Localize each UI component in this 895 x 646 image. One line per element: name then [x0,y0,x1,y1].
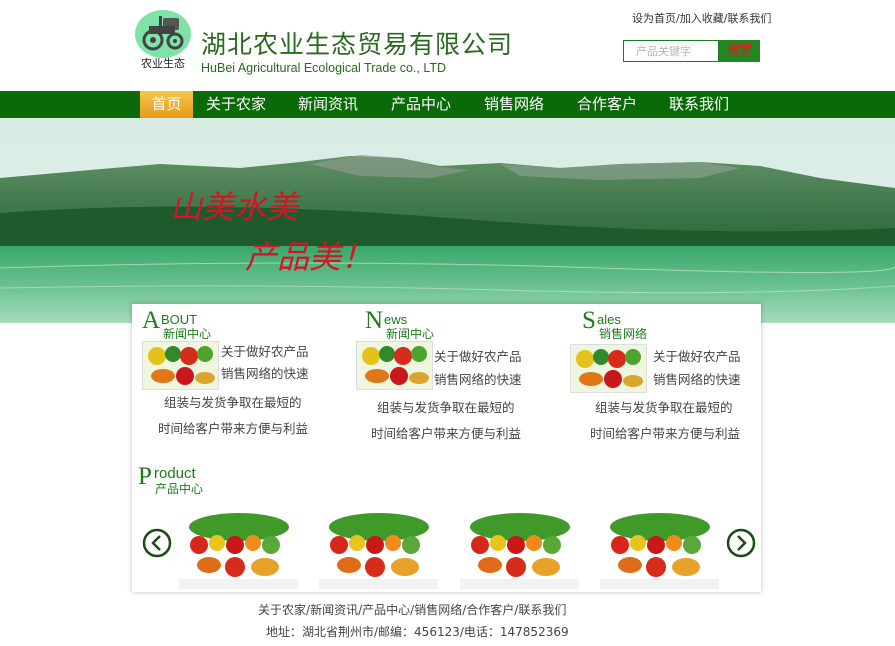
nav-item-news[interactable]: 新闻资讯 [298,91,358,118]
section-text-line: 组装与发货争取在最短的 [164,395,302,410]
nav-item-contact[interactable]: 联系我们 [669,91,729,118]
section-title-cn: 新闻中心 [163,327,212,341]
section-text-line: 销售网络的快速 [221,366,309,381]
contact-us-link[interactable]: 联系我们 [727,12,771,25]
footer-link-products[interactable]: 产品中心 [362,603,410,617]
footer-link-news[interactable]: 新闻资讯 [310,603,358,617]
tractor-icon [142,16,184,51]
footer-links: 关于农家/新闻资讯/产品中心/销售网络/合作客户/联系我们 [258,601,566,618]
site-header: 农业生态 湖北农业生态贸易有限公司 HuBei Agricultural Eco… [0,0,895,91]
banner-slogan-line1: 山美水美 [170,188,301,226]
section-initial: P [138,463,152,490]
section-text-line: 销售网络的快速 [653,372,741,387]
product-image[interactable] [600,507,719,589]
section-text-line: 组装与发货争取在最短的 [595,400,733,415]
vegetables-thumbnail[interactable] [142,341,219,390]
section-news-heading[interactable]: N ews 新闻中心 [365,308,445,340]
section-text-line: 时间给客户带来方便与利益 [371,426,522,441]
section-title-en: ews [384,312,408,327]
nav-item-products[interactable]: 产品中心 [391,91,451,118]
footer-link-contact[interactable]: 联系我们 [518,603,566,617]
product-image[interactable] [460,507,579,589]
section-text-line: 销售网络的快速 [434,372,522,387]
vegetables-thumbnail[interactable] [356,341,433,390]
search-input[interactable] [623,40,719,62]
logo[interactable]: 农业生态 [135,10,191,72]
top-links: 设为首页/加入收藏/联系我们 [632,10,771,26]
section-initial: A [142,307,161,334]
carousel-next-button[interactable] [726,528,756,558]
company-name-en: HuBei Agricultural Ecological Trade co.,… [201,61,447,75]
section-text-line: 组装与发货争取在最短的 [377,400,515,415]
section-about-heading[interactable]: A BOUT 新闻中心 [142,308,222,340]
page-root: 农业生态 湖北农业生态贸易有限公司 HuBei Agricultural Eco… [0,0,895,646]
footer-link-clients[interactable]: 合作客户 [466,603,514,617]
section-text-line: 时间给客户带来方便与利益 [590,426,741,441]
product-image[interactable] [179,507,298,589]
section-initial: S [582,307,596,334]
carousel-prev-button[interactable] [142,528,172,558]
section-title-cn: 新闻中心 [386,327,435,341]
product-image[interactable] [319,507,438,589]
vegetables-thumbnail[interactable] [570,344,647,393]
nav-item-about[interactable]: 关于农家 [206,91,266,118]
nav-item-home[interactable]: 首页 [140,91,193,118]
banner: 山美水美 产品美！ [0,118,895,323]
section-title-en: ales [597,312,621,327]
footer-link-about[interactable]: 关于农家 [258,603,306,617]
nav-item-clients[interactable]: 合作客户 [577,91,637,118]
banner-landscape-image: 山美水美 产品美！ [0,118,895,323]
section-title-cn: 产品中心 [155,482,204,496]
section-initial: N [365,307,384,334]
section-text-line: 关于做好农产品 [221,344,309,359]
footer-address: 地址：湖北省荆州市/邮编：456123/电话：147852369 [266,625,569,639]
section-text-line: 时间给客户带来方便与利益 [158,421,309,436]
search-button[interactable]: 搜索 [719,40,760,62]
section-title-en: roduct [154,465,196,482]
main-nav: 首页 关于农家 新闻资讯 产品中心 销售网络 合作客户 联系我们 [0,91,895,118]
chevron-right-icon [726,528,756,558]
search-box: 搜索 [623,40,760,62]
chevron-left-icon [142,528,172,558]
section-product-heading[interactable]: P roduct 产品中心 [138,464,228,496]
section-title-cn: 销售网络 [599,327,648,341]
logo-caption: 农业生态 [141,57,185,70]
content-panel: A BOUT 新闻中心 关于做好农产品 销售网络的快速 组装与发货争取在最短的 … [132,304,761,592]
section-text-line: 关于做好农产品 [434,349,522,364]
logo-circle [135,10,191,58]
section-sales-heading[interactable]: S ales 销售网络 [582,308,662,340]
section-title-en: BOUT [161,312,198,327]
banner-slogan-line2: 产品美！ [245,238,373,276]
section-text-line: 关于做好农产品 [653,349,741,364]
add-favorite-link[interactable]: 加入收藏 [680,12,724,25]
set-homepage-link[interactable]: 设为首页 [632,12,676,25]
company-name-cn: 湖北农业生态贸易有限公司 [201,30,514,59]
footer-link-sales[interactable]: 销售网络 [414,603,462,617]
nav-item-sales[interactable]: 销售网络 [484,91,544,118]
